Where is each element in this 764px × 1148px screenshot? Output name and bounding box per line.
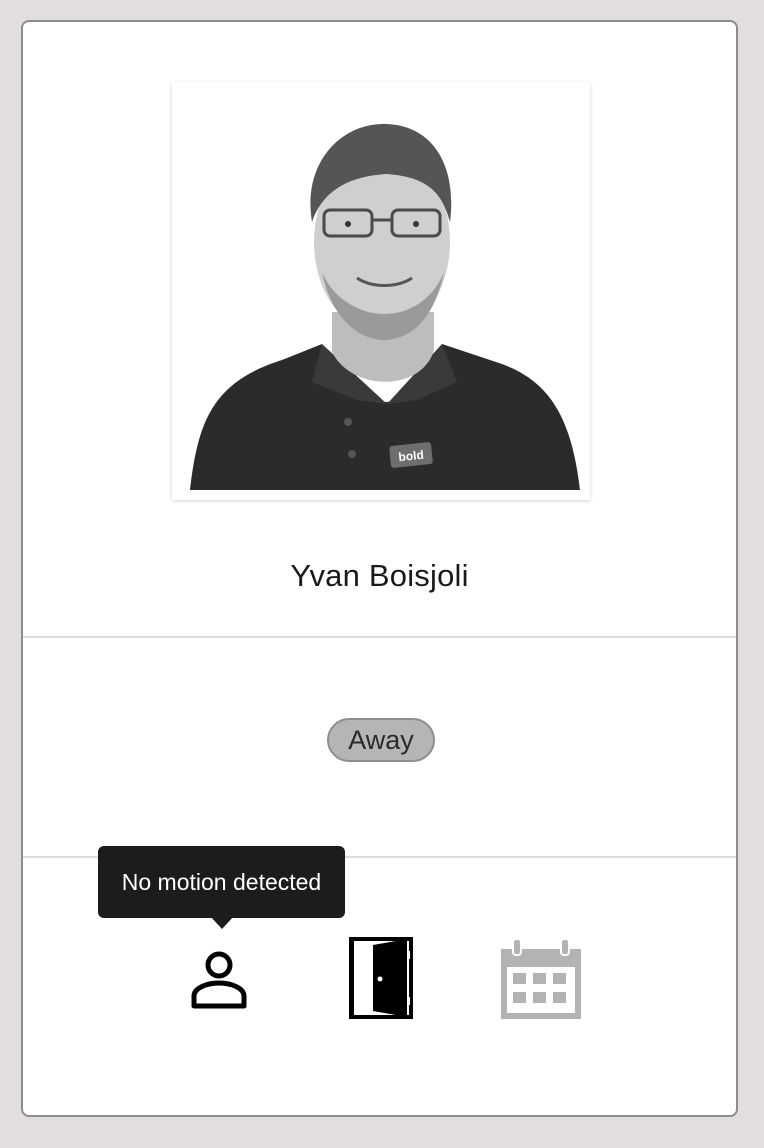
door-open-icon[interactable] <box>349 937 413 1019</box>
calendar-icon[interactable] <box>499 937 583 1021</box>
divider <box>23 636 736 638</box>
user-name: Yvan Boisjoli <box>290 558 469 593</box>
user-card: bold Yvan Boisjoli Away No motion detect… <box>21 20 738 1117</box>
status-badge: Away <box>327 718 435 762</box>
person-icon[interactable] <box>191 950 251 1010</box>
motion-tooltip: No motion detected <box>98 846 345 918</box>
profile-photo: bold <box>172 82 590 500</box>
profile-photo-image: bold <box>172 82 590 500</box>
svg-text:bold: bold <box>398 448 425 465</box>
tooltip-arrow <box>210 916 234 929</box>
